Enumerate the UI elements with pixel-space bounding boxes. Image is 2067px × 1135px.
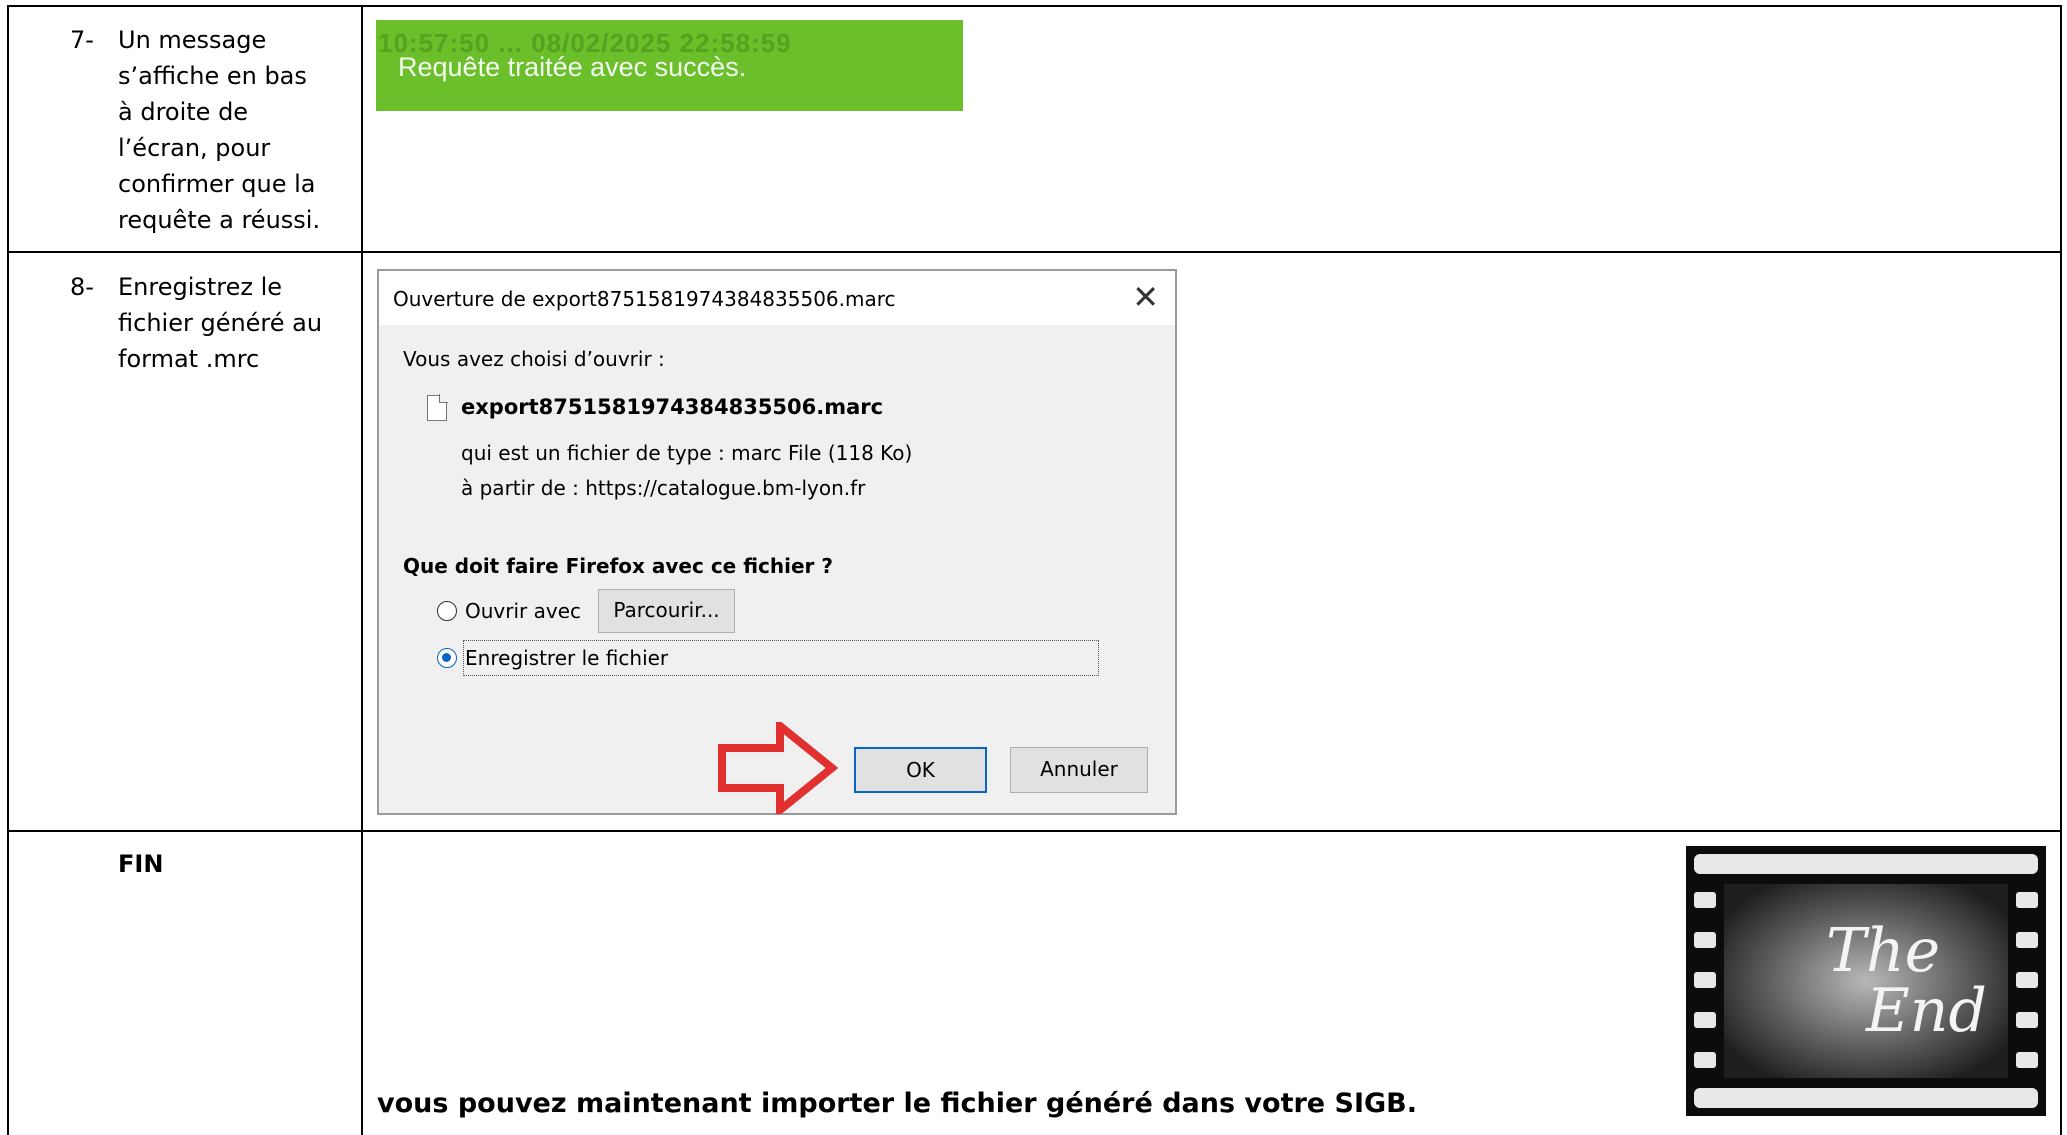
open-with-label[interactable]: Ouvrir avec (465, 599, 581, 623)
the-end-film-image: The End (1686, 846, 2046, 1116)
dialog-file-type: qui est un fichier de type : marc File (… (461, 441, 913, 465)
dialog-file-source: à partir de : https://catalogue.bm-lyon.… (461, 476, 866, 500)
film-text-end: End (1865, 976, 1987, 1046)
firefox-download-dialog: Ouverture de export8751581974384835506.m… (377, 269, 1177, 815)
step-text: Un message s’affiche en bas à droite de … (118, 26, 321, 234)
close-icon[interactable]: ✕ (1132, 279, 1159, 315)
toast-message: Requête traitée avec succès. (398, 52, 747, 82)
dialog-question: Que doit faire Firefox avec ce fichier ? (403, 554, 833, 578)
dialog-titlebar: Ouverture de export8751581974384835506.m… (379, 271, 1175, 325)
file-icon (427, 394, 448, 421)
fin-label: FIN (118, 850, 164, 878)
row-divider (7, 830, 2062, 832)
final-instruction: vous pouvez maintenant importer le fichi… (377, 1088, 1418, 1119)
dialog-intro: Vous avez choisi d’ouvrir : (403, 347, 665, 371)
save-file-label[interactable]: Enregistrer le fichier (465, 646, 668, 670)
ok-button[interactable]: OK (854, 747, 987, 793)
browse-button[interactable]: Parcourir... (598, 589, 735, 633)
step-number: 8- (70, 273, 94, 301)
success-toast: 10:57:50 ... 08/02/2025 22:58:59 Requête… (376, 20, 963, 111)
dialog-title: Ouverture de export8751581974384835506.m… (393, 287, 896, 311)
save-file-radio[interactable] (437, 648, 457, 668)
open-with-radio[interactable] (437, 601, 457, 621)
column-divider (361, 5, 363, 1135)
red-arrow-icon (718, 722, 838, 814)
step-text: Enregistrez le fichier généré au format … (118, 273, 323, 373)
dialog-filename: export8751581974384835506.marc (461, 395, 884, 419)
step-number: 7- (70, 26, 94, 54)
row-divider (7, 251, 2062, 253)
cancel-button[interactable]: Annuler (1010, 747, 1148, 793)
